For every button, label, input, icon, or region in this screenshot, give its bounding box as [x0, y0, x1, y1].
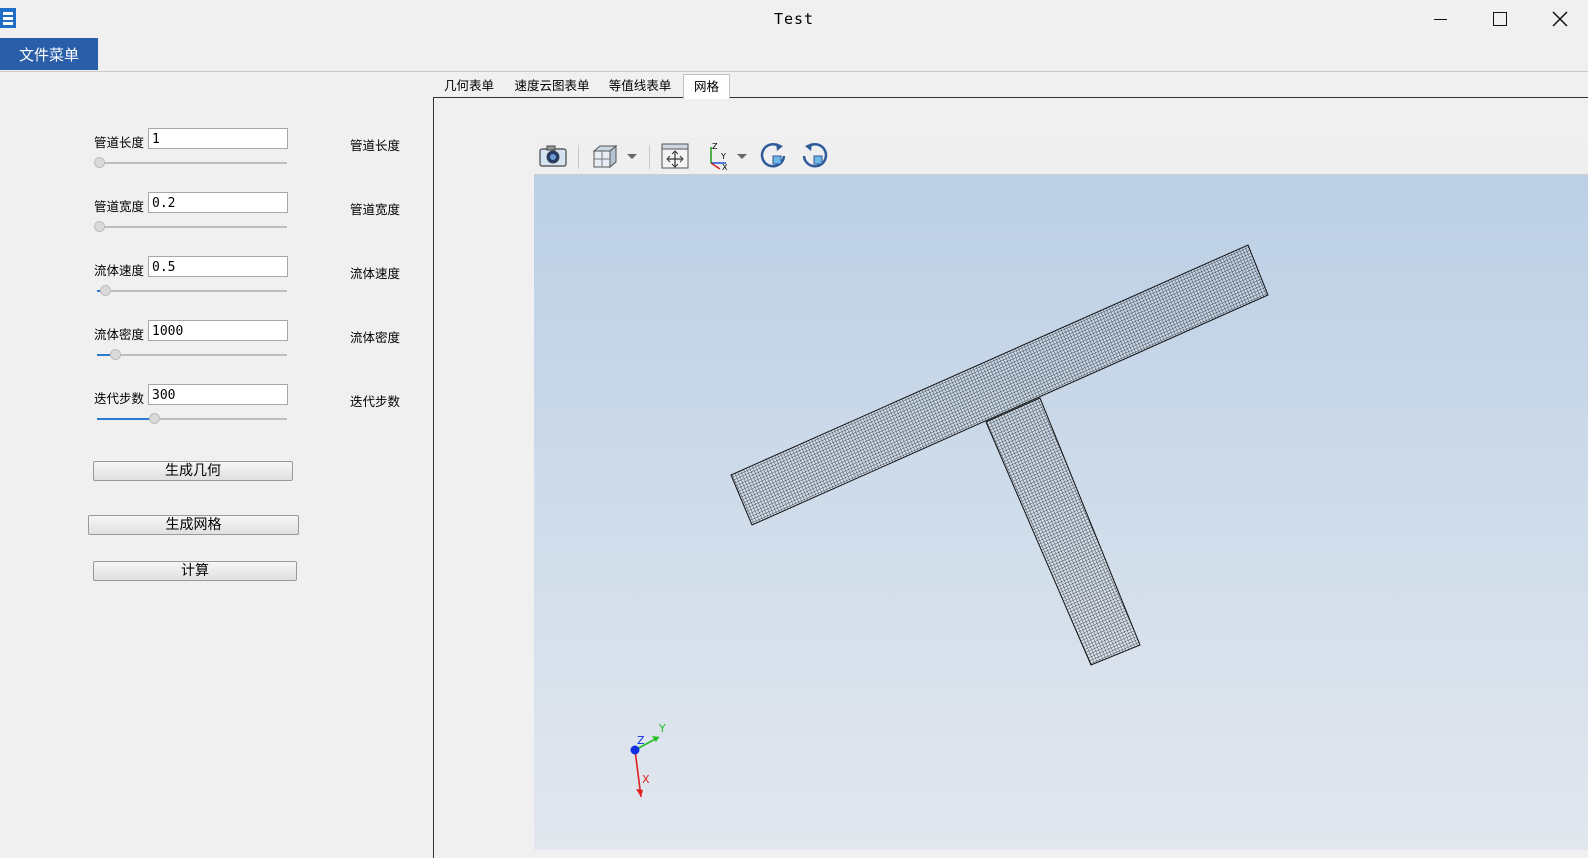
param-value-label: 管道宽度: [350, 202, 401, 217]
svg-text:X: X: [722, 163, 728, 171]
mesh-stem: [985, 397, 1141, 666]
param-value-label: 管道长度: [350, 138, 401, 153]
param-value-label: 流体速度: [350, 266, 401, 281]
pipe-length-slider[interactable]: [97, 162, 287, 164]
window-title: Test: [773, 10, 815, 28]
camera-icon[interactable]: [538, 141, 568, 171]
menu-divider: [0, 71, 1588, 72]
param-label: 流体速度: [94, 263, 145, 278]
fit-view-icon[interactable]: [660, 141, 690, 171]
generate-geometry-button[interactable]: 生成几何: [93, 461, 293, 481]
pipe-length-input[interactable]: 1: [148, 128, 288, 149]
axis-x-label: X: [642, 773, 650, 786]
t-pipe-mesh: [730, 244, 1269, 666]
slider-fill: [97, 418, 153, 420]
slider-handle[interactable]: [94, 221, 105, 232]
param-label: 管道长度: [94, 135, 145, 150]
svg-text:Z: Z: [712, 142, 718, 151]
mesh-arm-horizontal: [730, 244, 1269, 526]
iteration-steps-input[interactable]: 300: [148, 384, 288, 405]
param-value-label: 迭代步数: [350, 394, 401, 409]
toolbar-separator: [649, 145, 650, 169]
cube-view-icon[interactable]: [590, 141, 620, 171]
axis-y-label: Y: [658, 722, 666, 735]
slider-handle[interactable]: [100, 285, 111, 296]
mesh-viewport[interactable]: Z Y X: [534, 175, 1588, 850]
fluid-velocity-input[interactable]: 0.5: [148, 256, 288, 277]
pipe-width-input[interactable]: 0.2: [148, 192, 288, 213]
close-button[interactable]: [1530, 0, 1588, 38]
param-label: 迭代步数: [94, 391, 145, 406]
minimize-button[interactable]: [1410, 0, 1470, 38]
fluid-density-input[interactable]: 1000: [148, 320, 288, 341]
toolbar-separator: [578, 145, 579, 169]
param-label: 流体密度: [94, 327, 145, 342]
fluid-velocity-slider[interactable]: [97, 290, 287, 292]
maximize-button[interactable]: [1470, 0, 1530, 38]
fluid-density-slider[interactable]: [97, 354, 287, 356]
dropdown-icon[interactable]: [626, 141, 638, 171]
param-label: 管道宽度: [94, 199, 145, 214]
viewer-toolbar: [534, 138, 1588, 175]
param-value-label: 流体密度: [350, 330, 401, 345]
dropdown-icon[interactable]: [736, 141, 748, 171]
tab-velocity-contour[interactable]: 速度云图表单: [508, 74, 596, 98]
minimize-icon: [1433, 18, 1447, 20]
tab-isoline[interactable]: 等值线表单: [602, 74, 678, 98]
rotate-ccw-icon[interactable]: [799, 141, 829, 171]
axis-triad-icon: Z Y X: [630, 722, 666, 798]
slider-handle[interactable]: [110, 349, 121, 360]
axes-icon[interactable]: Z Y X: [702, 141, 732, 171]
tab-mesh[interactable]: 网格: [683, 74, 730, 99]
svg-text:Y: Y: [720, 152, 726, 161]
pipe-width-slider[interactable]: [97, 226, 287, 228]
close-icon: [1552, 11, 1568, 27]
compute-button[interactable]: 计算: [93, 561, 297, 581]
slider-handle[interactable]: [149, 413, 160, 424]
tab-geometry[interactable]: 几何表单: [437, 74, 501, 98]
file-menu[interactable]: 文件菜单: [0, 38, 98, 70]
axis-z-label: Z: [637, 734, 645, 747]
rotate-cw-icon[interactable]: [759, 141, 789, 171]
slider-handle[interactable]: [94, 157, 105, 168]
maximize-icon: [1493, 12, 1507, 26]
generate-mesh-button[interactable]: 生成网格: [88, 515, 299, 535]
